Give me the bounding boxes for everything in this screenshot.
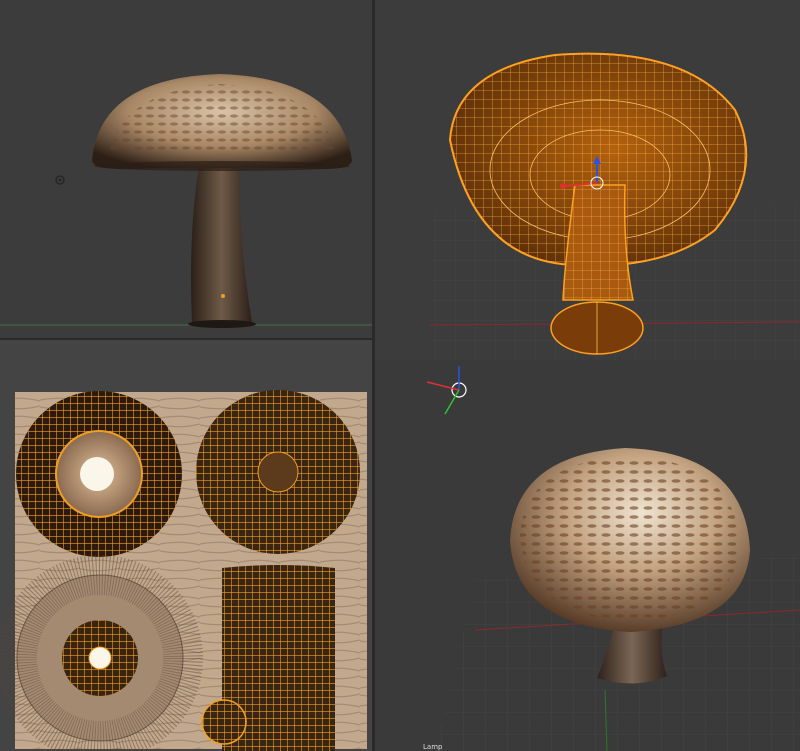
front-view-viewport[interactable] [0,0,372,338]
front-view-canvas [0,74,372,328]
uv-island-radial-gills[interactable] [0,555,203,751]
object-label: Lamp [423,743,443,751]
lamp-icon[interactable] [55,175,65,185]
object-origin-icon[interactable] [221,294,225,298]
mushroom-stem [191,160,252,322]
uv-editor-viewport[interactable] [0,340,372,751]
stem-wire-overlay [563,185,633,300]
cap-rim [94,161,350,171]
perspective-viewport[interactable]: Lamp [375,360,800,751]
wireframe-viewport[interactable] [375,0,800,360]
stem-base [188,320,256,328]
left-horizontal-divider[interactable] [0,338,372,340]
3d-cursor-icon[interactable] [426,366,467,415]
perspective-canvas: Lamp [423,366,800,751]
wireframe-canvas [429,52,800,360]
uv-island-gills[interactable] [16,391,182,557]
vertical-divider[interactable] [372,0,375,751]
uv-canvas [0,390,367,751]
perspective-cap-texture [520,456,740,622]
uv-island-cap[interactable] [196,390,360,554]
